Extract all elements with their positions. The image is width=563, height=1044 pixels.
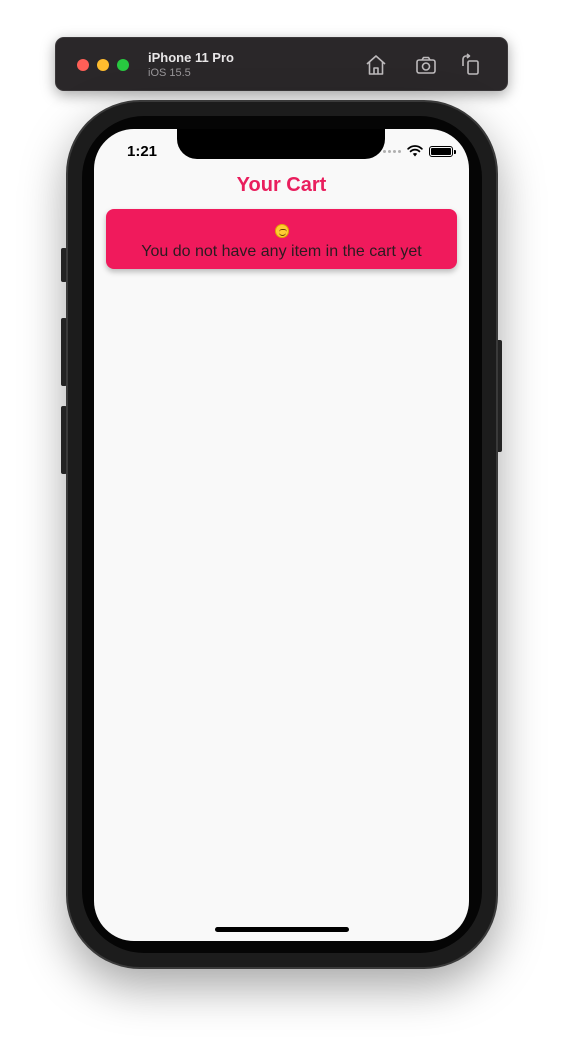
home-indicator[interactable] [215, 927, 349, 932]
device-notch [177, 129, 385, 159]
status-bar-icons [383, 145, 456, 157]
smiling-face-icon [274, 223, 289, 238]
close-window-button[interactable] [77, 59, 89, 71]
simulator-toolbar: iPhone 11 Pro iOS 15.5 [55, 37, 508, 91]
empty-cart-message: You do not have any item in the cart yet [141, 243, 422, 260]
home-icon[interactable] [364, 53, 388, 77]
simulator-os-version: iOS 15.5 [148, 67, 191, 79]
zoom-window-button[interactable] [117, 59, 129, 71]
empty-cart-card: You do not have any item in the cart yet [106, 209, 457, 269]
page-title: Your Cart [236, 174, 327, 196]
minimize-window-button[interactable] [97, 59, 109, 71]
cellular-icon [383, 149, 401, 153]
rotate-icon[interactable] [459, 53, 483, 77]
wifi-icon [407, 145, 423, 157]
simulator-device-name: iPhone 11 Pro [148, 50, 234, 65]
battery-icon [429, 145, 456, 157]
status-bar-time: 1:21 [127, 143, 158, 160]
app-screen: 1:21 Your Cart You do not have any item … [94, 129, 469, 941]
screenshot-icon[interactable] [414, 53, 438, 77]
